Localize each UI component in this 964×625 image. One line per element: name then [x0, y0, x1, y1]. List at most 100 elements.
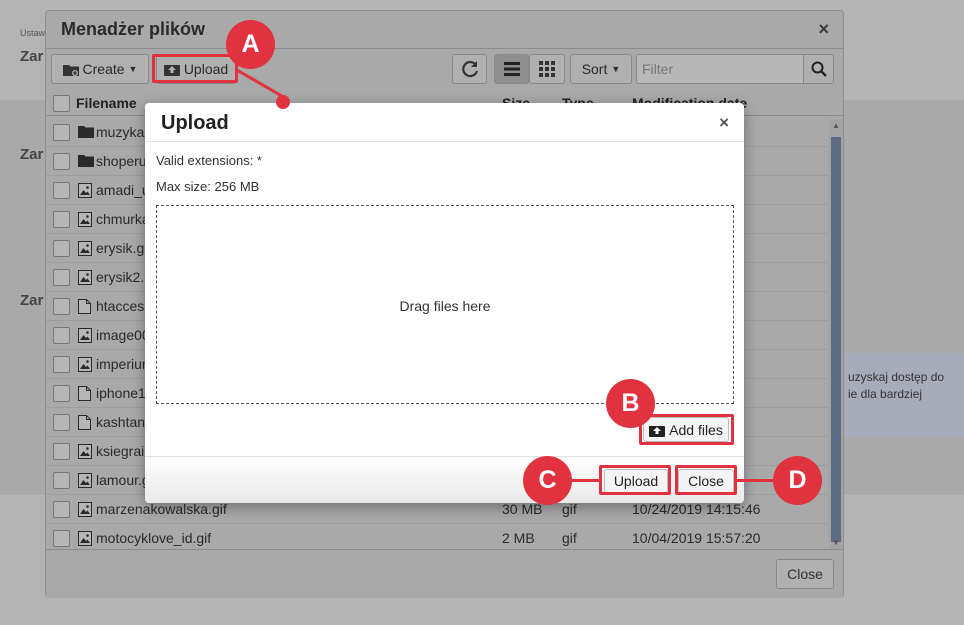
drop-zone-label: Drag files here	[399, 298, 491, 314]
scroll-down-icon[interactable]: ▼	[832, 538, 840, 547]
row-checkbox[interactable]	[53, 153, 70, 170]
file-name[interactable]: kashtan	[96, 414, 145, 430]
list-icon	[503, 62, 520, 76]
background-info-line: ie dla bardziej	[848, 387, 923, 401]
file-name[interactable]: image00	[96, 327, 150, 343]
row-checkbox[interactable]	[53, 443, 70, 460]
row-checkbox[interactable]	[53, 327, 70, 344]
row-checkbox[interactable]	[53, 269, 70, 286]
file-type: gif	[562, 530, 577, 546]
column-filename[interactable]: Filename	[76, 95, 137, 111]
caret-down-icon: ▼	[611, 64, 621, 74]
search-button[interactable]	[803, 54, 834, 84]
row-checkbox[interactable]	[53, 182, 70, 199]
row-checkbox[interactable]	[53, 414, 70, 431]
file-size: 30 MB	[502, 501, 543, 517]
file-name[interactable]: motocyklove_id.gif	[96, 530, 211, 546]
callout-badge-b: B	[606, 379, 655, 428]
file-name[interactable]: ksiegrai	[96, 443, 144, 459]
file-name[interactable]: erysik.gi	[96, 240, 147, 256]
file-name[interactable]: muzyka	[96, 124, 144, 140]
row-checkbox[interactable]	[53, 356, 70, 373]
file-icon	[78, 415, 92, 430]
callout-badge-a: A	[226, 20, 275, 69]
row-checkbox[interactable]	[53, 124, 70, 141]
file-manager-close-button[interactable]: Close	[776, 559, 834, 589]
file-manager-footer	[46, 549, 843, 598]
row-checkbox[interactable]	[53, 211, 70, 228]
filter-input[interactable]: Filter	[636, 54, 804, 84]
refresh-icon	[461, 60, 478, 78]
callout-dot-a	[276, 95, 290, 109]
scrollbar-thumb[interactable]	[831, 137, 841, 542]
image-icon	[78, 183, 92, 198]
file-manager-close-icon[interactable]: ×	[818, 19, 829, 40]
background-section-label: Zar	[20, 48, 44, 65]
folder-icon	[78, 154, 94, 169]
image-icon	[78, 357, 92, 372]
select-all-checkbox[interactable]	[53, 95, 70, 112]
row-checkbox[interactable]	[53, 472, 70, 489]
callout-line-d	[735, 479, 775, 482]
file-manager-header: Menadżer plików ×	[46, 11, 843, 49]
file-icon	[78, 299, 92, 314]
folder-icon	[78, 125, 94, 140]
folder-plus-icon	[62, 64, 79, 76]
row-checkbox[interactable]	[53, 530, 70, 547]
image-icon	[78, 473, 92, 488]
file-name[interactable]: shoperu	[96, 153, 147, 169]
file-name[interactable]: lamour.g	[96, 472, 150, 488]
drop-zone[interactable]: Drag files here	[156, 205, 734, 404]
file-icon	[78, 386, 92, 401]
grid-icon	[539, 61, 555, 77]
callout-badge-d: D	[773, 456, 822, 505]
callout-highlight-d	[675, 465, 737, 495]
search-icon	[811, 61, 827, 77]
create-button-label: Create	[82, 61, 125, 77]
image-icon	[78, 270, 92, 285]
image-icon	[78, 241, 92, 256]
image-icon	[78, 212, 92, 227]
callout-highlight-c	[599, 465, 671, 495]
callout-highlight-a	[152, 54, 238, 83]
image-icon	[78, 502, 92, 517]
background-info-box: uzyskaj dostęp do ie dla bardziej	[844, 353, 964, 437]
file-manager-title: Menadżer plików	[61, 19, 206, 39]
valid-extensions-text: Valid extensions: *	[156, 153, 262, 168]
grid-view-button[interactable]	[529, 54, 565, 84]
create-button[interactable]: Create ▼	[51, 54, 149, 84]
background-info-line: uzyskaj dostęp do	[848, 370, 945, 384]
file-date: 10/24/2019 14:15:46	[632, 501, 761, 517]
callout-badge-c: C	[523, 456, 572, 505]
row-checkbox[interactable]	[53, 298, 70, 315]
divider	[145, 141, 744, 142]
file-date: 10/04/2019 15:57:20	[632, 530, 761, 546]
background-section-label: Zar	[20, 146, 44, 163]
refresh-button[interactable]	[452, 54, 487, 84]
file-name[interactable]: erysik2.g	[96, 269, 152, 285]
row-checkbox[interactable]	[53, 385, 70, 402]
file-type: gif	[562, 501, 577, 517]
row-checkbox[interactable]	[53, 501, 70, 518]
background-section-label: Zar	[20, 292, 44, 309]
list-view-button[interactable]	[494, 54, 529, 84]
row-checkbox[interactable]	[53, 240, 70, 257]
image-icon	[78, 531, 92, 546]
file-name[interactable]: chmurka	[96, 211, 150, 227]
caret-down-icon: ▼	[128, 64, 138, 74]
upload-dialog-title: Upload	[161, 112, 229, 134]
file-name[interactable]: amadi_u	[96, 182, 150, 198]
file-name[interactable]: htaccess	[96, 298, 151, 314]
file-name[interactable]: marzenakowalska.gif	[96, 501, 227, 517]
file-size: 2 MB	[502, 530, 535, 546]
sort-button[interactable]: Sort ▼	[570, 54, 632, 84]
background-small-label: Ustaw	[20, 28, 46, 38]
image-icon	[78, 328, 92, 343]
scroll-up-icon[interactable]: ▲	[832, 121, 840, 130]
upload-dialog-close-icon[interactable]: ×	[719, 113, 729, 133]
file-list-scrollbar[interactable]: ▲ ▼	[829, 119, 843, 549]
callout-line-c	[567, 479, 601, 482]
max-size-text: Max size: 256 MB	[156, 179, 260, 194]
image-icon	[78, 444, 92, 459]
file-name[interactable]: iphone1	[96, 385, 146, 401]
